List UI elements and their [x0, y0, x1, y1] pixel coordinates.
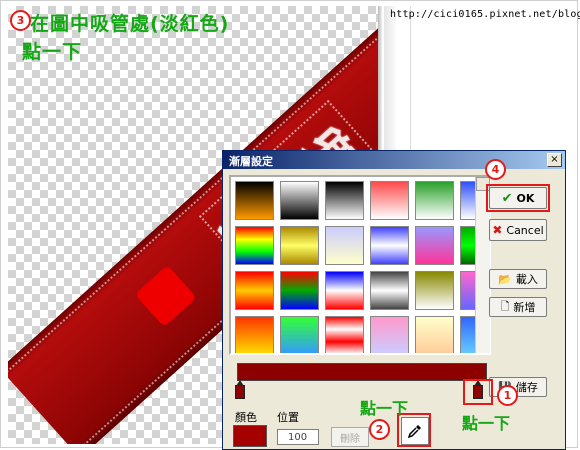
- gradient-preview-bar[interactable]: [237, 363, 487, 381]
- step-1-marker: 1: [497, 385, 518, 406]
- gradient-preset[interactable]: [415, 181, 454, 220]
- gradient-preset[interactable]: [370, 271, 409, 310]
- gradient-preset[interactable]: [280, 316, 319, 353]
- gradient-preset[interactable]: [415, 271, 454, 310]
- gradient-preset[interactable]: [235, 181, 274, 220]
- gradient-preset[interactable]: [280, 226, 319, 265]
- gradient-preset[interactable]: [370, 226, 409, 265]
- position-input[interactable]: 100: [277, 429, 319, 445]
- gradient-preset[interactable]: [235, 316, 274, 353]
- step-4-marker: 4: [485, 159, 506, 180]
- step-3-instruction-2: 點一下: [22, 41, 83, 63]
- gradient-preset[interactable]: [235, 226, 274, 265]
- gradient-preset[interactable]: [325, 181, 364, 220]
- gradient-stop-left[interactable]: [235, 380, 245, 399]
- cancel-x-icon: ✖: [492, 223, 503, 237]
- step-1-label: 點一下: [462, 414, 511, 433]
- load-label: 載入: [515, 273, 538, 286]
- load-button[interactable]: 📂 載入: [489, 269, 547, 289]
- step-3-instruction: 在圖中吸管處(淡紅色): [30, 13, 230, 35]
- save-label: 儲存: [515, 381, 538, 394]
- close-button[interactable]: ×: [547, 153, 562, 167]
- position-label: 位置: [277, 411, 299, 424]
- gradient-preset[interactable]: [415, 226, 454, 265]
- gradient-preset[interactable]: [280, 271, 319, 310]
- gradient-preset[interactable]: [370, 316, 409, 353]
- gradient-preset[interactable]: [280, 181, 319, 220]
- dialog-titlebar[interactable]: 漸層設定 ×: [223, 151, 565, 169]
- gradient-preset[interactable]: [415, 316, 454, 353]
- gradient-preset[interactable]: [370, 181, 409, 220]
- gradient-preset-grid: [229, 175, 491, 355]
- document-icon: 🗋: [500, 299, 510, 313]
- ok-highlight: [486, 184, 550, 212]
- gradient-preset[interactable]: [235, 271, 274, 310]
- watermark-url: http://cici0165.pixnet.net/blog: [390, 9, 580, 20]
- stop-highlight: [463, 379, 493, 405]
- new-button[interactable]: 🗋 新增: [489, 297, 547, 317]
- step-2-marker: 2: [369, 419, 390, 440]
- delete-button[interactable]: 刪除: [331, 427, 369, 447]
- step-2-label: 點一下: [360, 399, 409, 418]
- new-label: 新增: [513, 301, 536, 314]
- cancel-button[interactable]: ✖ Cancel: [489, 219, 547, 241]
- gradient-preset[interactable]: [325, 226, 364, 265]
- color-swatch[interactable]: [233, 425, 267, 447]
- gradient-preset[interactable]: [325, 316, 364, 353]
- dialog-title: 漸層設定: [229, 155, 273, 168]
- color-label: 顏色: [235, 411, 257, 424]
- cancel-label: Cancel: [506, 223, 544, 237]
- gradient-preset[interactable]: [325, 271, 364, 310]
- folder-icon: 📂: [498, 272, 512, 286]
- step-3-marker: 3: [10, 10, 31, 31]
